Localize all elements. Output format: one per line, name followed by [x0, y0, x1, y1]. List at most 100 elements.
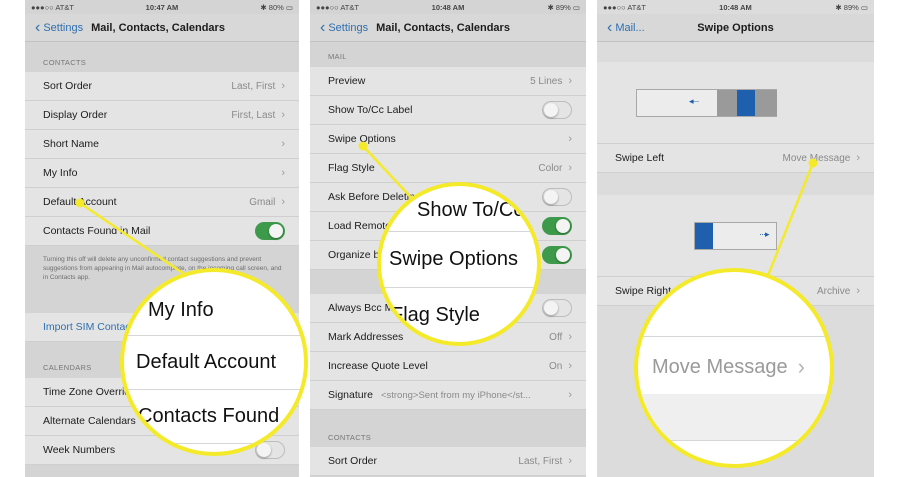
load-remote-images-toggle[interactable] [542, 217, 572, 235]
magnified-row: Show To/Cc [381, 190, 537, 232]
row-label: Increase Quote Level [328, 360, 428, 372]
row-short-name[interactable]: Short Name › [25, 130, 299, 159]
row-label: Short Name [43, 138, 100, 150]
nav-title: Mail, Contacts, Calendars [376, 21, 510, 34]
always-bcc-toggle[interactable] [542, 299, 572, 317]
row-preview[interactable]: Preview 5 Lines › [310, 67, 586, 96]
chevron-right-icon: › [797, 354, 805, 379]
magnifier-right: Move Message › [634, 268, 834, 468]
row-label: Contacts Found in Mail [43, 225, 151, 237]
carrier-label: ●●●○○ AT&T [31, 2, 74, 12]
chevron-right-icon: › [568, 331, 572, 343]
magnified-row: Contacts Found [124, 390, 304, 444]
row-value: Last, First [231, 80, 276, 92]
magnifier-middle: Show To/Cc Swipe Options Flag Style [377, 182, 541, 346]
row-flag-style[interactable]: Flag Style Color › [310, 154, 586, 183]
row-value: Color [538, 162, 563, 174]
action-block [695, 223, 713, 249]
navigation-bar: ‹ Settings Mail, Contacts, Calendars [310, 14, 586, 42]
back-button[interactable]: ‹ Settings [25, 19, 83, 36]
row-label: Swipe Options [328, 133, 396, 145]
chevron-right-icon: › [568, 360, 572, 372]
row-display-order[interactable]: Display Order First, Last › [25, 101, 299, 130]
arrow-right-icon: ···▸ [759, 229, 769, 239]
section-header-contacts: CONTACTS [43, 58, 87, 67]
battery-indicator: ✱ 89% ▭ [547, 2, 580, 12]
chevron-right-icon: › [568, 455, 572, 467]
magnified-row: Move Message › [638, 344, 830, 390]
nav-title: Mail, Contacts, Calendars [91, 21, 225, 34]
row-label: Signature [328, 389, 373, 401]
chevron-left-icon: ‹ [320, 18, 326, 36]
row-value: Gmail [249, 196, 276, 208]
status-bar: ●●●○○ AT&T 10:48 AM ✱ 89% ▭ [597, 0, 874, 14]
contacts-found-toggle[interactable] [255, 222, 285, 240]
chevron-right-icon: › [568, 162, 572, 174]
row-sort-order[interactable]: Sort Order Last, First › [25, 72, 299, 101]
navigation-bar: ‹ Settings Mail, Contacts, Calendars [25, 14, 299, 42]
row-label: Display Order [43, 109, 108, 121]
row-my-info[interactable]: My Info › [25, 159, 299, 188]
row-signature[interactable]: Signature <strong>Sent from my iPhone</s… [310, 381, 586, 410]
carrier-label: ●●●○○ AT&T [603, 2, 646, 12]
organize-by-thread-toggle[interactable] [542, 246, 572, 264]
row-contacts-found-in-mail: Contacts Found in Mail [25, 217, 299, 246]
row-label: My Info [43, 167, 78, 179]
clock-label: 10:47 AM [145, 2, 179, 12]
row-label: Default Account [43, 196, 117, 208]
swipe-left-preview: ◂··· [597, 62, 874, 144]
arrow-left-icon: ◂··· [689, 96, 699, 106]
chevron-right-icon: › [281, 138, 285, 150]
magnified-divider [638, 440, 830, 441]
back-button-label: Settings [328, 21, 369, 34]
magnified-label: Flag Style [391, 304, 480, 326]
chevron-right-icon: › [281, 80, 285, 92]
row-value: On [548, 360, 563, 372]
magnified-section-gap [638, 394, 830, 440]
chevron-right-icon: › [568, 133, 572, 145]
battery-indicator: ✱ 89% ▭ [835, 2, 868, 12]
magnified-label: Swipe Options [389, 248, 518, 270]
chevron-right-icon: › [281, 109, 285, 121]
row-value: 5 Lines [530, 75, 563, 87]
row-label: Flag Style [328, 162, 375, 174]
row-swipe-left[interactable]: Swipe Left Move Message › [597, 144, 874, 173]
magnifier-left: My Info Default Account Contacts Found [120, 268, 308, 456]
row-value: Archive [816, 285, 851, 297]
back-button[interactable]: ‹ Settings [310, 18, 369, 36]
row-label: Preview [328, 75, 366, 87]
row-sort-order[interactable]: Sort Order Last, First › [310, 447, 586, 476]
magnified-row: Flag Style [381, 288, 537, 342]
row-value: <strong>Sent from my iPhone</st... [380, 389, 531, 401]
row-value: Move Message [782, 152, 851, 164]
magnified-label: My Info [148, 299, 214, 321]
toggle-knob [269, 224, 283, 238]
show-to-cc-toggle[interactable] [542, 101, 572, 119]
nav-title: Swipe Options [697, 21, 774, 34]
toggle-knob [544, 301, 558, 315]
row-value: Off [549, 331, 563, 343]
row-default-account[interactable]: Default Account Gmail › [25, 188, 299, 217]
status-bar: ●●●○○ AT&T 10:48 AM ✱ 89% ▭ [310, 0, 586, 14]
swipe-right-preview: ···▸ [597, 195, 874, 277]
row-value: First, Last [231, 109, 276, 121]
magnified-divider [638, 336, 830, 337]
magnified-label: Show To/Cc [417, 199, 524, 221]
magnified-row: Swipe Options [381, 232, 537, 288]
chevron-right-icon: › [856, 285, 860, 297]
row-show-to-cc-label: Show To/Cc Label [310, 96, 586, 125]
chevron-right-icon: › [568, 389, 572, 401]
row-swipe-options[interactable]: Swipe Options › [310, 125, 586, 154]
row-label: Show To/Cc Label [328, 104, 413, 116]
row-increase-quote-level[interactable]: Increase Quote Level On › [310, 352, 586, 381]
message-row-mockup: ◂··· [636, 89, 777, 117]
row-label: Sort Order [328, 455, 378, 467]
message-row-mockup: ···▸ [694, 222, 777, 250]
row-value: Last, First [518, 455, 563, 467]
row-label: Swipe Left [615, 152, 665, 164]
toggle-knob [544, 103, 558, 117]
toggle-knob [257, 443, 271, 457]
ask-before-deleting-toggle[interactable] [542, 188, 572, 206]
carrier-label: ●●●○○ AT&T [316, 2, 359, 12]
status-bar: ●●●○○ AT&T 10:47 AM ✱ 80% ▭ [25, 0, 299, 14]
